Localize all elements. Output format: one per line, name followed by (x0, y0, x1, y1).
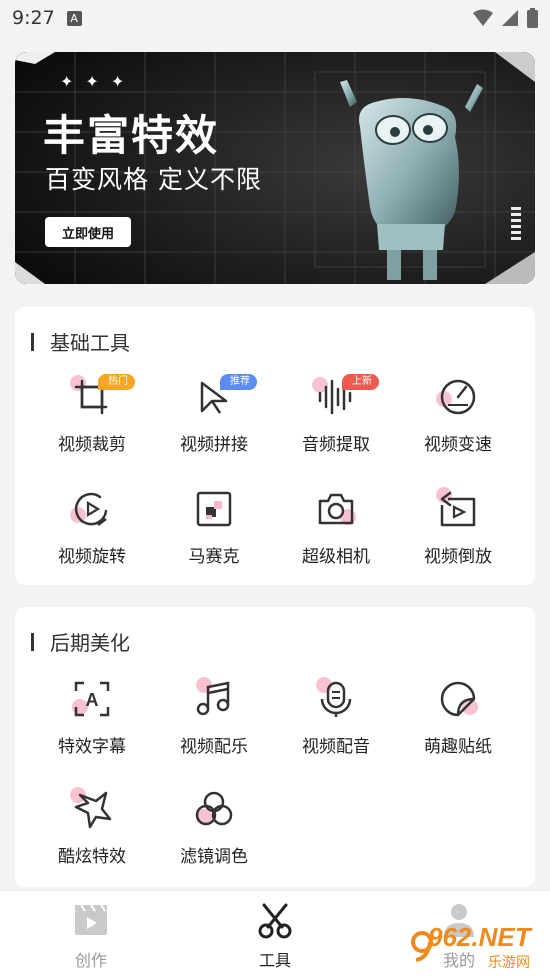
banner-stars: ✦✦✦ (60, 72, 137, 91)
subtitle-icon: A (74, 681, 110, 717)
watermark-text: 962.NET (428, 922, 531, 952)
tool-label: 视频拼接 (180, 435, 248, 455)
mosaic-icon (196, 491, 232, 527)
tool-label: 马赛克 (188, 547, 240, 567)
tool-mosaic[interactable]: 马赛克 (153, 489, 275, 567)
rotate-play-icon (74, 492, 108, 526)
tool-filter-color[interactable]: 滤镜调色 (153, 789, 275, 867)
tool-super-camera[interactable]: 超级相机 (275, 489, 397, 567)
tool-label: 超级相机 (302, 547, 370, 567)
scissors-icon (258, 903, 292, 939)
tool-video-speed[interactable]: 视频变速 (397, 377, 519, 455)
post-tools-header: 后期美化 (31, 627, 130, 656)
tool-label: 视频裁剪 (58, 435, 126, 455)
svg-text:A: A (86, 690, 99, 710)
promo-banner[interactable]: ✦✦✦ 丰富特效 百变风格 定义不限 立即使用 (15, 52, 535, 284)
nav-tab-tools[interactable]: 工具 (215, 901, 335, 971)
tool-video-dubbing[interactable]: 视频配音 (275, 677, 397, 757)
camera-icon (318, 493, 354, 525)
post-tools-title: 后期美化 (50, 631, 130, 655)
clapperboard-icon (75, 904, 107, 935)
hot-tag: 热门 (98, 374, 135, 390)
reverse-play-icon (440, 491, 476, 527)
status-icons (473, 8, 538, 28)
site-watermark: 962.NET 乐游网 (410, 920, 545, 972)
post-tools-card: 后期美化 A 特效字幕 视频配乐 视频配音 萌趣贴纸 酷炫特效 滤镜调色 (15, 607, 535, 887)
tool-cool-effect[interactable]: 酷炫特效 (31, 787, 153, 867)
tool-label: 视频配音 (302, 737, 370, 757)
basic-tools-title: 基础工具 (50, 331, 130, 355)
music-note-icon (196, 681, 230, 716)
section-marker (31, 332, 34, 351)
banner-title: 丰富特效 (43, 111, 220, 160)
tool-effect-subtitle[interactable]: A 特效字幕 (31, 679, 153, 757)
basic-tools-card: 基础工具 热门 视频裁剪 推荐 视频拼接 上新 音频提取 视频变速 视频旋转 马… (15, 307, 535, 585)
use-now-button[interactable]: 立即使用 (45, 217, 131, 247)
watermark-subtext: 乐游网 (488, 955, 530, 971)
tool-label: 视频配乐 (180, 737, 248, 757)
tool-video-rotate[interactable]: 视频旋转 (31, 489, 153, 567)
sticker-icon (440, 681, 476, 717)
status-bar: 9:27 A (0, 0, 550, 36)
speedometer-icon (440, 379, 476, 415)
signal-icon (502, 10, 518, 26)
tool-label: 滤镜调色 (180, 847, 248, 867)
tool-label: 音频提取 (302, 435, 370, 455)
tool-label: 特效字幕 (58, 737, 126, 757)
tool-label: 酷炫特效 (58, 847, 126, 867)
wifi-icon (473, 9, 493, 26)
nav-label: 工具 (258, 951, 291, 970)
banner-subtitle: 百变风格 定义不限 (45, 165, 262, 194)
nav-tab-create[interactable]: 创作 (31, 901, 151, 971)
filter-circles-icon (195, 791, 233, 826)
basic-tools-header: 基础工具 (31, 327, 130, 356)
microphone-icon (320, 681, 352, 717)
nav-label: 创作 (74, 951, 107, 970)
notification-badge: A (66, 10, 82, 26)
status-time: 9:27 (12, 7, 55, 29)
tool-video-crop[interactable]: 热门 视频裁剪 (31, 374, 153, 455)
tool-audio-extract[interactable]: 上新 音频提取 (275, 374, 397, 455)
tool-label: 视频旋转 (58, 547, 126, 567)
tool-video-splice[interactable]: 推荐 视频拼接 (153, 374, 275, 455)
tool-label: 萌趣贴纸 (424, 737, 492, 757)
new-tag: 上新 (342, 374, 379, 390)
recommend-tag: 推荐 (220, 374, 257, 390)
star-effect-icon (74, 791, 112, 829)
tool-video-reverse[interactable]: 视频倒放 (397, 487, 519, 567)
section-marker (31, 632, 34, 651)
tool-label: 视频变速 (424, 435, 492, 455)
tool-video-music[interactable]: 视频配乐 (153, 677, 275, 757)
battery-icon (527, 8, 538, 28)
tool-cute-sticker[interactable]: 萌趣贴纸 (397, 679, 519, 757)
tool-label: 视频倒放 (424, 547, 492, 567)
